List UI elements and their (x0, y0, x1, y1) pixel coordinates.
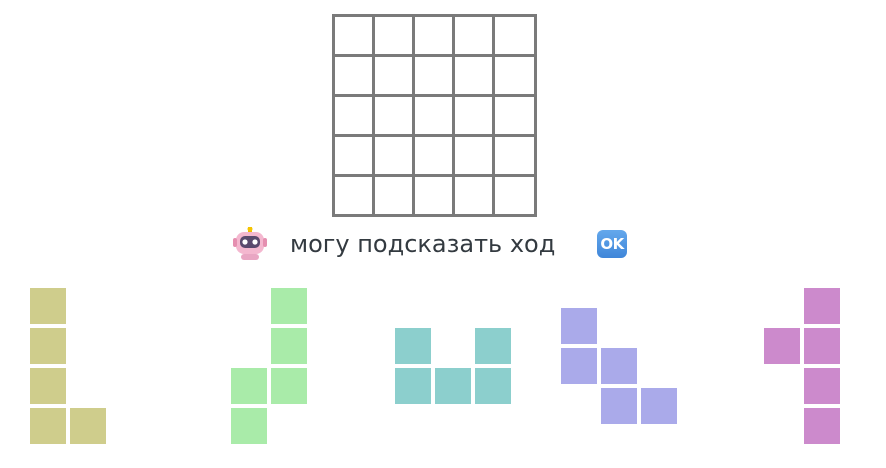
board-cell[interactable] (415, 97, 452, 134)
board-cell[interactable] (335, 97, 372, 134)
game-board[interactable] (332, 14, 537, 217)
board-cell[interactable] (495, 17, 532, 54)
piece-block (70, 408, 106, 444)
board-cell[interactable] (375, 137, 412, 174)
piece-block (30, 328, 66, 364)
board-cell[interactable] (335, 137, 372, 174)
piece-block (30, 288, 66, 324)
piece-block (561, 308, 597, 344)
piece-block (804, 368, 840, 404)
piece-block (231, 408, 267, 444)
piece-block (271, 328, 307, 364)
board-cell[interactable] (415, 57, 452, 94)
board-cell[interactable] (495, 97, 532, 134)
piece-block (601, 388, 637, 424)
board-cell[interactable] (335, 17, 372, 54)
piece-block (30, 368, 66, 404)
ok-button[interactable]: OK (597, 230, 627, 258)
board-cell[interactable] (415, 137, 452, 174)
piece-block (395, 328, 431, 364)
hint-text: могу подсказать ход (290, 230, 556, 258)
piece-block (271, 288, 307, 324)
board-cell[interactable] (415, 17, 452, 54)
hint-bar: могу подсказать ход OK (232, 224, 652, 266)
piece-block (641, 388, 677, 424)
piece-block (395, 368, 431, 404)
board-cell[interactable] (375, 177, 412, 214)
board-cell[interactable] (335, 177, 372, 214)
piece-block (601, 348, 637, 384)
board-cell[interactable] (455, 17, 492, 54)
board-cell[interactable] (375, 17, 412, 54)
piece-block (231, 368, 267, 404)
board-cell[interactable] (375, 97, 412, 134)
board-cell[interactable] (375, 57, 412, 94)
piece-block (271, 368, 307, 404)
board-cell[interactable] (495, 137, 532, 174)
piece-block (764, 328, 800, 364)
board-cell[interactable] (335, 57, 372, 94)
board-cell[interactable] (455, 97, 492, 134)
piece-block (804, 288, 840, 324)
piece-block (475, 328, 511, 364)
board-cell[interactable] (455, 57, 492, 94)
board-cell[interactable] (495, 177, 532, 214)
piece-block (804, 328, 840, 364)
piece-block (435, 368, 471, 404)
piece-block (30, 408, 66, 444)
board-cell[interactable] (455, 137, 492, 174)
board-cell[interactable] (455, 177, 492, 214)
board-cell[interactable] (495, 57, 532, 94)
board-cell[interactable] (415, 177, 452, 214)
piece-block (475, 368, 511, 404)
piece-block (804, 408, 840, 444)
piece-block (561, 348, 597, 384)
robot-icon[interactable] (232, 226, 268, 261)
